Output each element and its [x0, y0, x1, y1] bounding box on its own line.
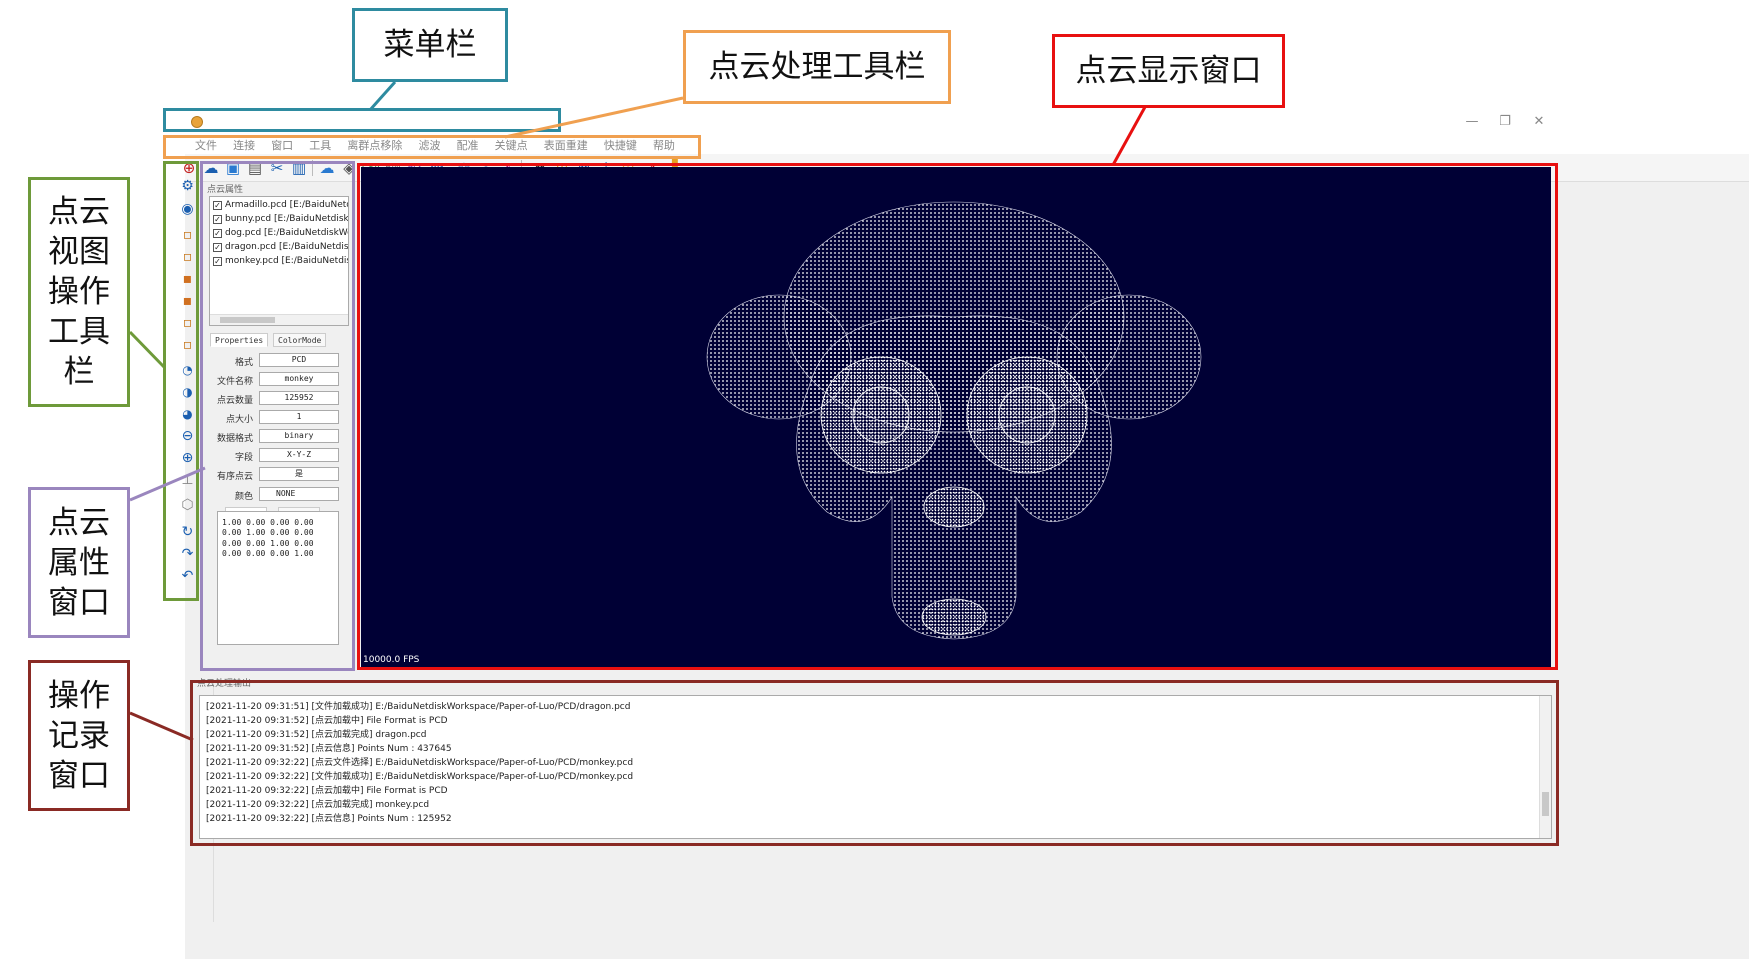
- callout-text: 点云显示窗口: [1075, 53, 1262, 89]
- callout-text: 点云 视图 操作 工具 栏: [48, 194, 110, 390]
- display-leader: [1111, 106, 1147, 166]
- view-toolbar-leader: [128, 330, 167, 370]
- callout-text: 点云处理工具栏: [708, 49, 926, 85]
- toolbar-leader: [504, 96, 684, 139]
- callout-text: 操作 记录 窗口: [48, 677, 110, 794]
- log-window-callout: 操作 记录 窗口: [28, 660, 130, 811]
- view-toolbar-callout: 点云 视图 操作 工具 栏: [28, 177, 130, 407]
- processing-toolbar-callout: 点云处理工具栏: [683, 30, 951, 104]
- figure: — ❐ ✕ 文件 连接 窗口 工具 离群点移除 滤波 配准 关键点 表面重建 快…: [0, 0, 1749, 959]
- menu-bar-callout: 菜单栏: [352, 8, 508, 82]
- callout-text: 菜单栏: [383, 27, 477, 63]
- display-window-callout: 点云显示窗口: [1052, 34, 1285, 108]
- properties-leader: [129, 466, 206, 502]
- callout-text: 点云 属性 窗口: [48, 504, 110, 621]
- menu-bar-leader: [368, 81, 397, 111]
- log-leader: [129, 711, 194, 742]
- properties-window-callout: 点云 属性 窗口: [28, 487, 130, 638]
- leader-lines: [128, 81, 1147, 742]
